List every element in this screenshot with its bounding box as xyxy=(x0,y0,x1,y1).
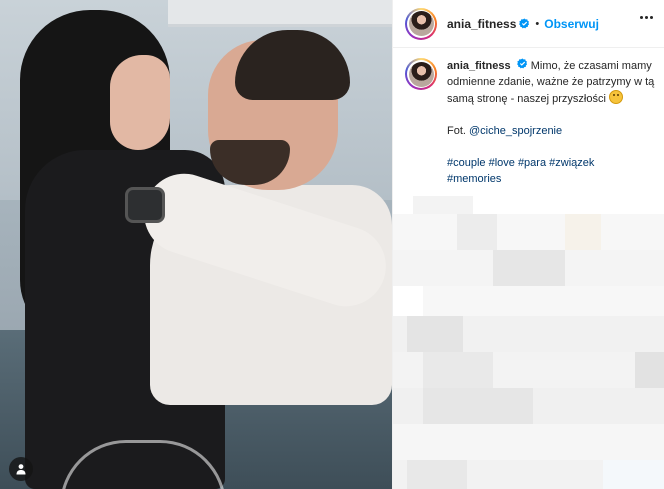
photo-credit: Fot. @ciche_spojrzenie xyxy=(447,123,655,139)
post-header: ania_fitness • Obserwuj xyxy=(393,0,664,48)
blurred-comments-area xyxy=(393,196,664,489)
hashtags-line-1[interactable]: #couple #love #para #związek xyxy=(447,155,655,171)
header-separator: • xyxy=(535,17,540,30)
post-side-panel: ania_fitness • Obserwuj ania_fitness Mim… xyxy=(392,0,664,489)
follow-button[interactable]: Obserwuj xyxy=(544,17,599,31)
user-tag-icon xyxy=(16,464,26,475)
photo-watch xyxy=(125,187,165,223)
caption-body: ania_fitness Mimo, że czasami mamy odmie… xyxy=(447,58,655,187)
user-tag-button[interactable] xyxy=(9,457,33,481)
smiley-emoji-icon xyxy=(609,90,624,104)
caption-avatar[interactable] xyxy=(405,58,437,90)
header-username[interactable]: ania_fitness xyxy=(447,17,516,31)
post-caption: ania_fitness Mimo, że czasami mamy odmie… xyxy=(405,58,655,187)
photo-credit-prefix: Fot. xyxy=(447,125,466,137)
more-options-icon[interactable] xyxy=(640,16,653,19)
avatar[interactable] xyxy=(405,7,437,40)
photo-picture-frame xyxy=(168,0,392,27)
photo-credit-link[interactable]: @ciche_spojrzenie xyxy=(469,125,562,137)
photo-woman-face xyxy=(110,55,170,150)
verified-badge-icon xyxy=(519,18,530,29)
hashtags-line-2[interactable]: #memories xyxy=(447,171,655,187)
verified-badge-icon xyxy=(516,58,528,69)
caption-username[interactable]: ania_fitness xyxy=(447,60,511,72)
post-photo[interactable] xyxy=(0,0,392,489)
